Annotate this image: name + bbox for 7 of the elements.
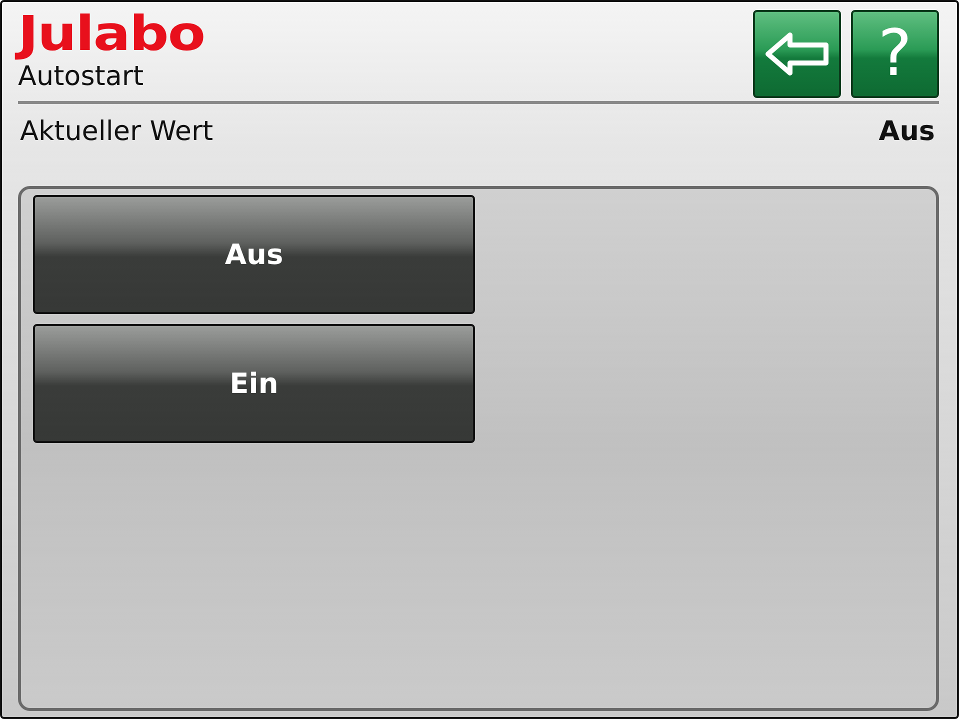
option-button[interactable]: Ein: [33, 324, 475, 443]
arrow-left-icon: [764, 31, 830, 77]
screen-title: Autostart: [18, 60, 145, 94]
option-button[interactable]: Aus: [33, 195, 475, 314]
back-button[interactable]: [753, 10, 841, 98]
current-value: Aus: [878, 116, 935, 146]
current-value-label: Aktueller Wert: [20, 116, 214, 146]
